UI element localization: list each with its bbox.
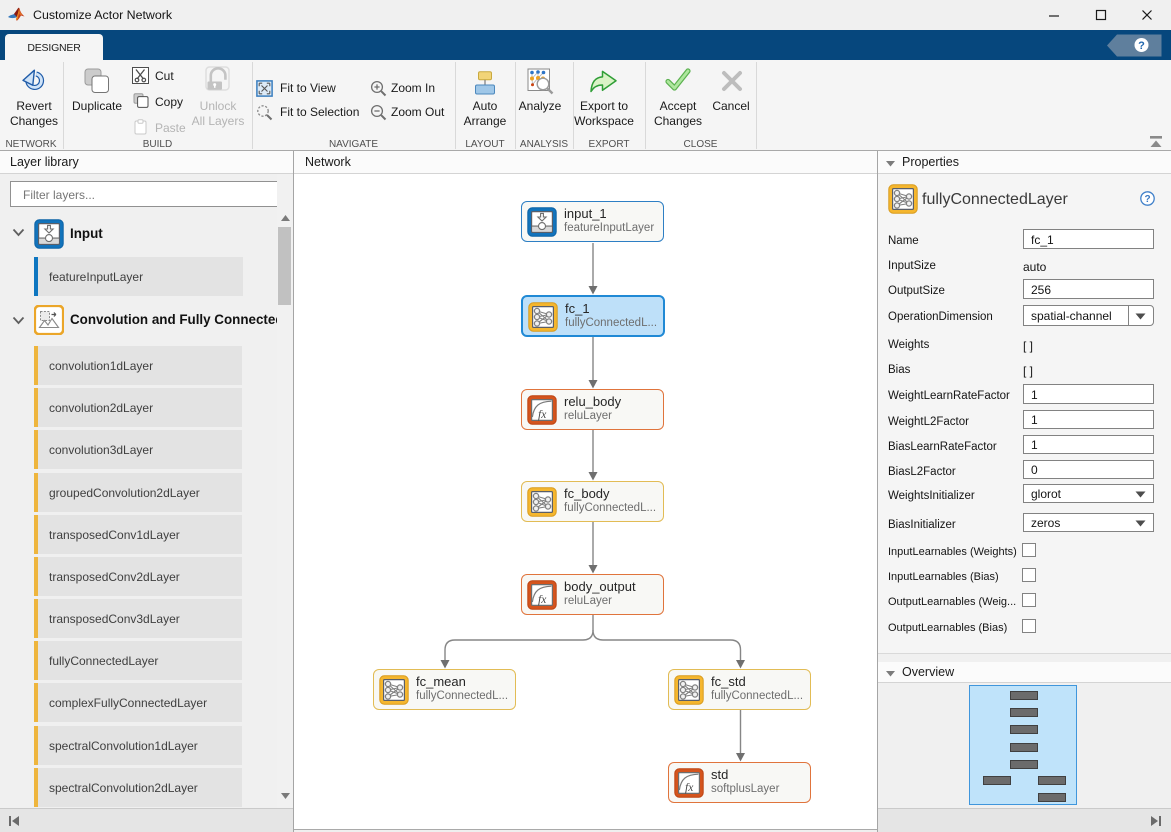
svg-text:?: ? xyxy=(1138,40,1145,52)
svg-text:?: ? xyxy=(1144,194,1150,205)
